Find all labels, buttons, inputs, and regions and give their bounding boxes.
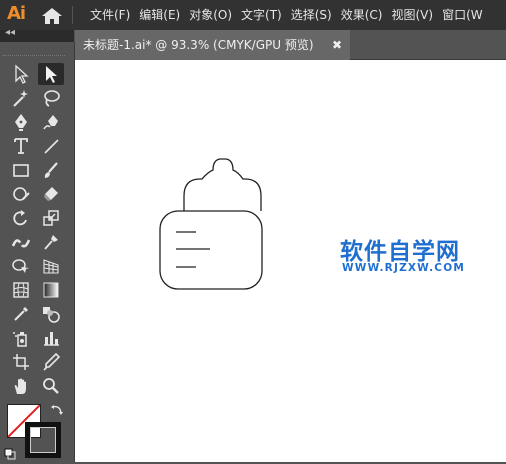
menu-type[interactable]: 文字(T) (241, 0, 282, 30)
perspective-grid-tool-icon[interactable] (38, 255, 64, 277)
menu-items: 文件(F) 编辑(E) 对象(O) 文字(T) 选择(S) 效果(C) 视图(V… (90, 0, 492, 30)
gradient-tool-icon[interactable] (38, 279, 64, 301)
close-icon[interactable]: ✖ (332, 30, 342, 60)
stroke-swatch[interactable] (25, 422, 61, 458)
width-tool-icon[interactable] (8, 231, 34, 253)
lasso-tool-icon[interactable] (38, 87, 64, 109)
column-graph-tool-icon[interactable] (38, 327, 64, 349)
shape-builder-tool-icon[interactable] (8, 255, 34, 277)
shaper-tool-icon[interactable] (8, 183, 34, 205)
rotate-tool-icon[interactable] (8, 207, 34, 229)
menu-file[interactable]: 文件(F) (90, 0, 130, 30)
hand-tool-icon[interactable] (8, 375, 34, 397)
panel-grip[interactable] (3, 55, 65, 58)
menu-effect[interactable]: 效果(C) (341, 0, 383, 30)
rectangle-tool-icon[interactable] (8, 159, 34, 181)
slice-tool-icon[interactable] (38, 351, 64, 373)
scale-tool-icon[interactable] (38, 207, 64, 229)
menu-separator (72, 6, 73, 24)
zoom-tool-icon[interactable] (38, 375, 64, 397)
pen-tool-icon[interactable] (8, 111, 34, 133)
menu-object[interactable]: 对象(O) (189, 0, 232, 30)
mesh-tool-icon[interactable] (8, 279, 34, 301)
type-tool-icon[interactable] (8, 135, 34, 157)
menu-window[interactable]: 窗口(W (442, 0, 483, 30)
bottle-body-shape (159, 210, 263, 290)
curvature-tool-icon[interactable] (38, 111, 64, 133)
swap-fill-stroke-icon[interactable] (50, 402, 64, 416)
bottle-top-shape (183, 158, 262, 211)
blend-tool-icon[interactable] (38, 303, 64, 325)
menu-select[interactable]: 选择(S) (291, 0, 332, 30)
line-segment-tool-icon[interactable] (38, 135, 64, 157)
menu-edit[interactable]: 编辑(E) (139, 0, 180, 30)
watermark-title: 软件自学网 (340, 239, 460, 265)
artboard-tool-icon[interactable] (8, 351, 34, 373)
magic-wand-tool-icon[interactable] (8, 87, 34, 109)
menu-bar: Ai 文件(F) 编辑(E) 对象(O) 文字(T) 选择(S) 效果(C) 视… (0, 0, 506, 30)
menu-view[interactable]: 视图(V) (391, 0, 433, 30)
direct-selection-tool-icon[interactable] (8, 63, 34, 85)
watermark-url: WWW.RJZXW.COM (342, 262, 465, 274)
home-icon[interactable] (40, 6, 64, 26)
paintbrush-tool-icon[interactable] (38, 159, 64, 181)
toolbox-header: ◂◂ (0, 27, 74, 42)
symbol-sprayer-tool-icon[interactable] (8, 327, 34, 349)
default-colors-icon[interactable] (4, 445, 16, 460)
selection-tool-icon[interactable] (38, 63, 64, 85)
puppet-warp-tool-icon[interactable] (38, 231, 64, 253)
eyedropper-tool-icon[interactable] (8, 303, 34, 325)
document-tab-bar: 未标题-1.ai* @ 93.3% (CMYK/GPU 预览) ✖ (75, 30, 506, 60)
tab-document[interactable]: 未标题-1.ai* @ 93.3% (CMYK/GPU 预览) ✖ (75, 30, 350, 60)
tools-panel (0, 42, 75, 462)
eraser-tool-icon[interactable] (38, 183, 64, 205)
double-chevron-left-icon[interactable]: ◂◂ (5, 27, 15, 38)
app-logo: Ai (7, 3, 26, 24)
tab-title: 未标题-1.ai* @ 93.3% (CMYK/GPU 预览) (83, 38, 314, 52)
